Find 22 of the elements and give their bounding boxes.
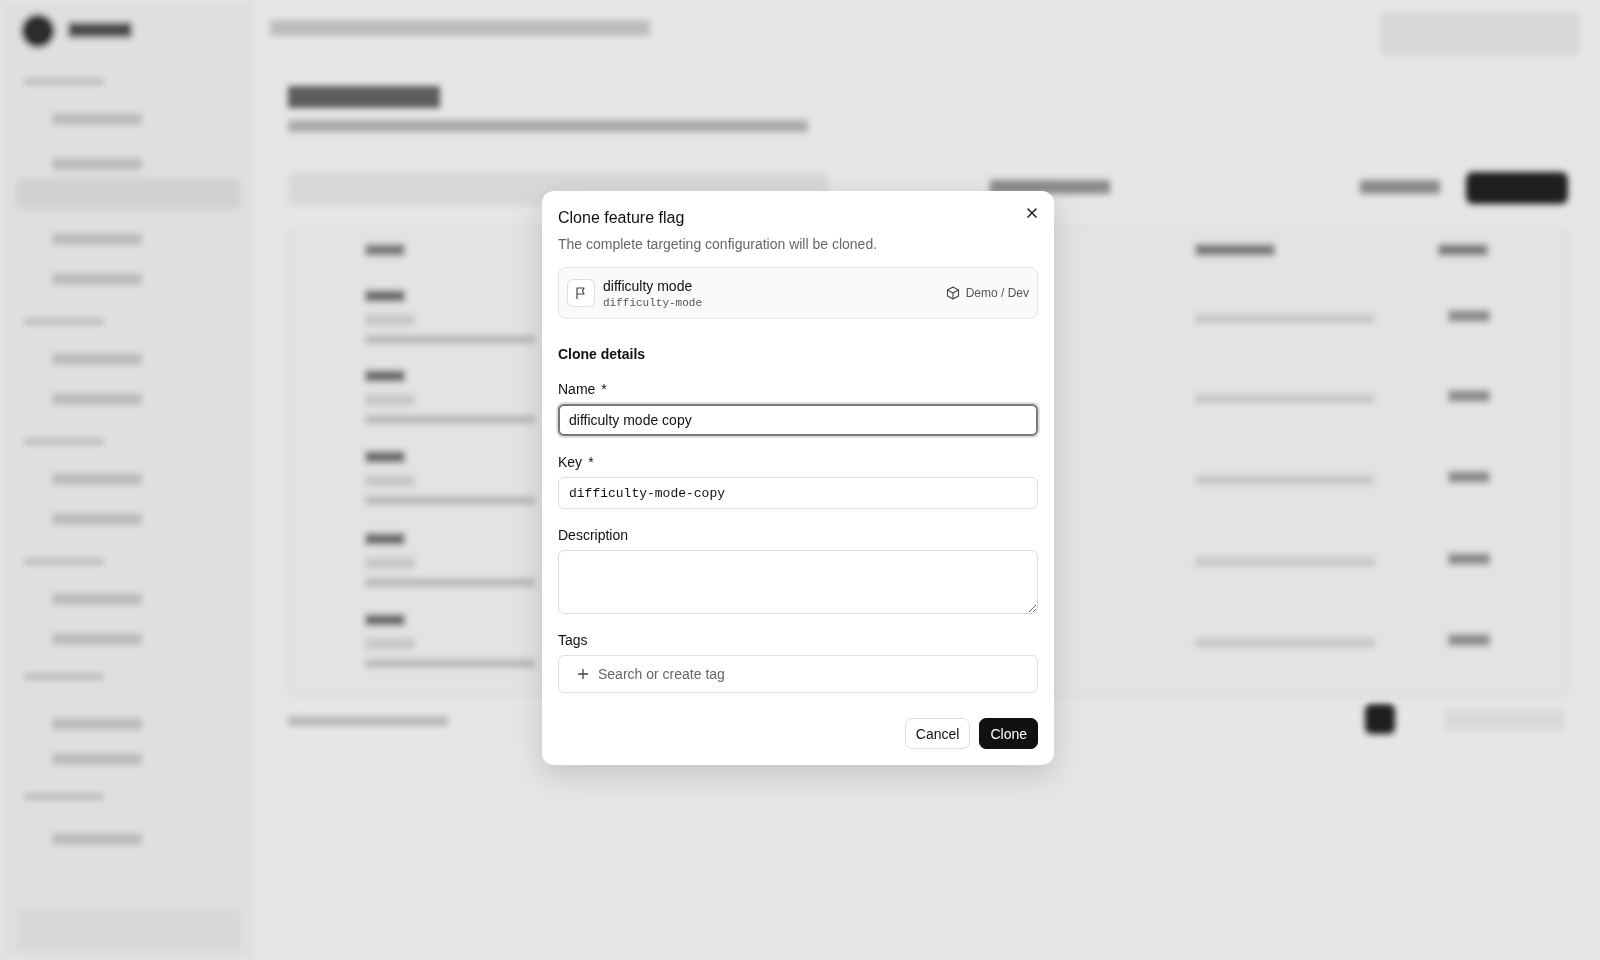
flag-key: difficulty-mode xyxy=(603,297,703,309)
description-field[interactable] xyxy=(558,550,1038,614)
clone-button[interactable]: Clone xyxy=(979,718,1038,749)
field-label: Key xyxy=(558,454,583,470)
flag-name: difficulty mode xyxy=(603,277,693,295)
section-title: Clone details xyxy=(558,345,647,363)
field-label: Description xyxy=(558,527,629,543)
plus-icon xyxy=(577,668,589,680)
dialog-subtitle: The complete targeting configuration will be cloned. xyxy=(558,235,879,253)
field-label: Name xyxy=(558,381,596,397)
field-label: Tags xyxy=(558,632,588,648)
flag-icon xyxy=(567,279,595,307)
key-field[interactable]: difficulty-mode-copy xyxy=(558,477,1038,509)
close-icon[interactable] xyxy=(1024,205,1040,221)
required-mark: * xyxy=(601,381,607,397)
tag-search-field[interactable]: Search or create tag xyxy=(558,655,1038,693)
cancel-button[interactable]: Cancel xyxy=(904,718,971,749)
flag-location: Demo / Dev xyxy=(965,286,1029,300)
name-field[interactable]: difficulty mode copy xyxy=(558,404,1038,436)
cube-icon xyxy=(945,286,960,300)
dialog-title: Clone feature flag xyxy=(558,208,685,228)
required-mark: * xyxy=(588,454,594,470)
